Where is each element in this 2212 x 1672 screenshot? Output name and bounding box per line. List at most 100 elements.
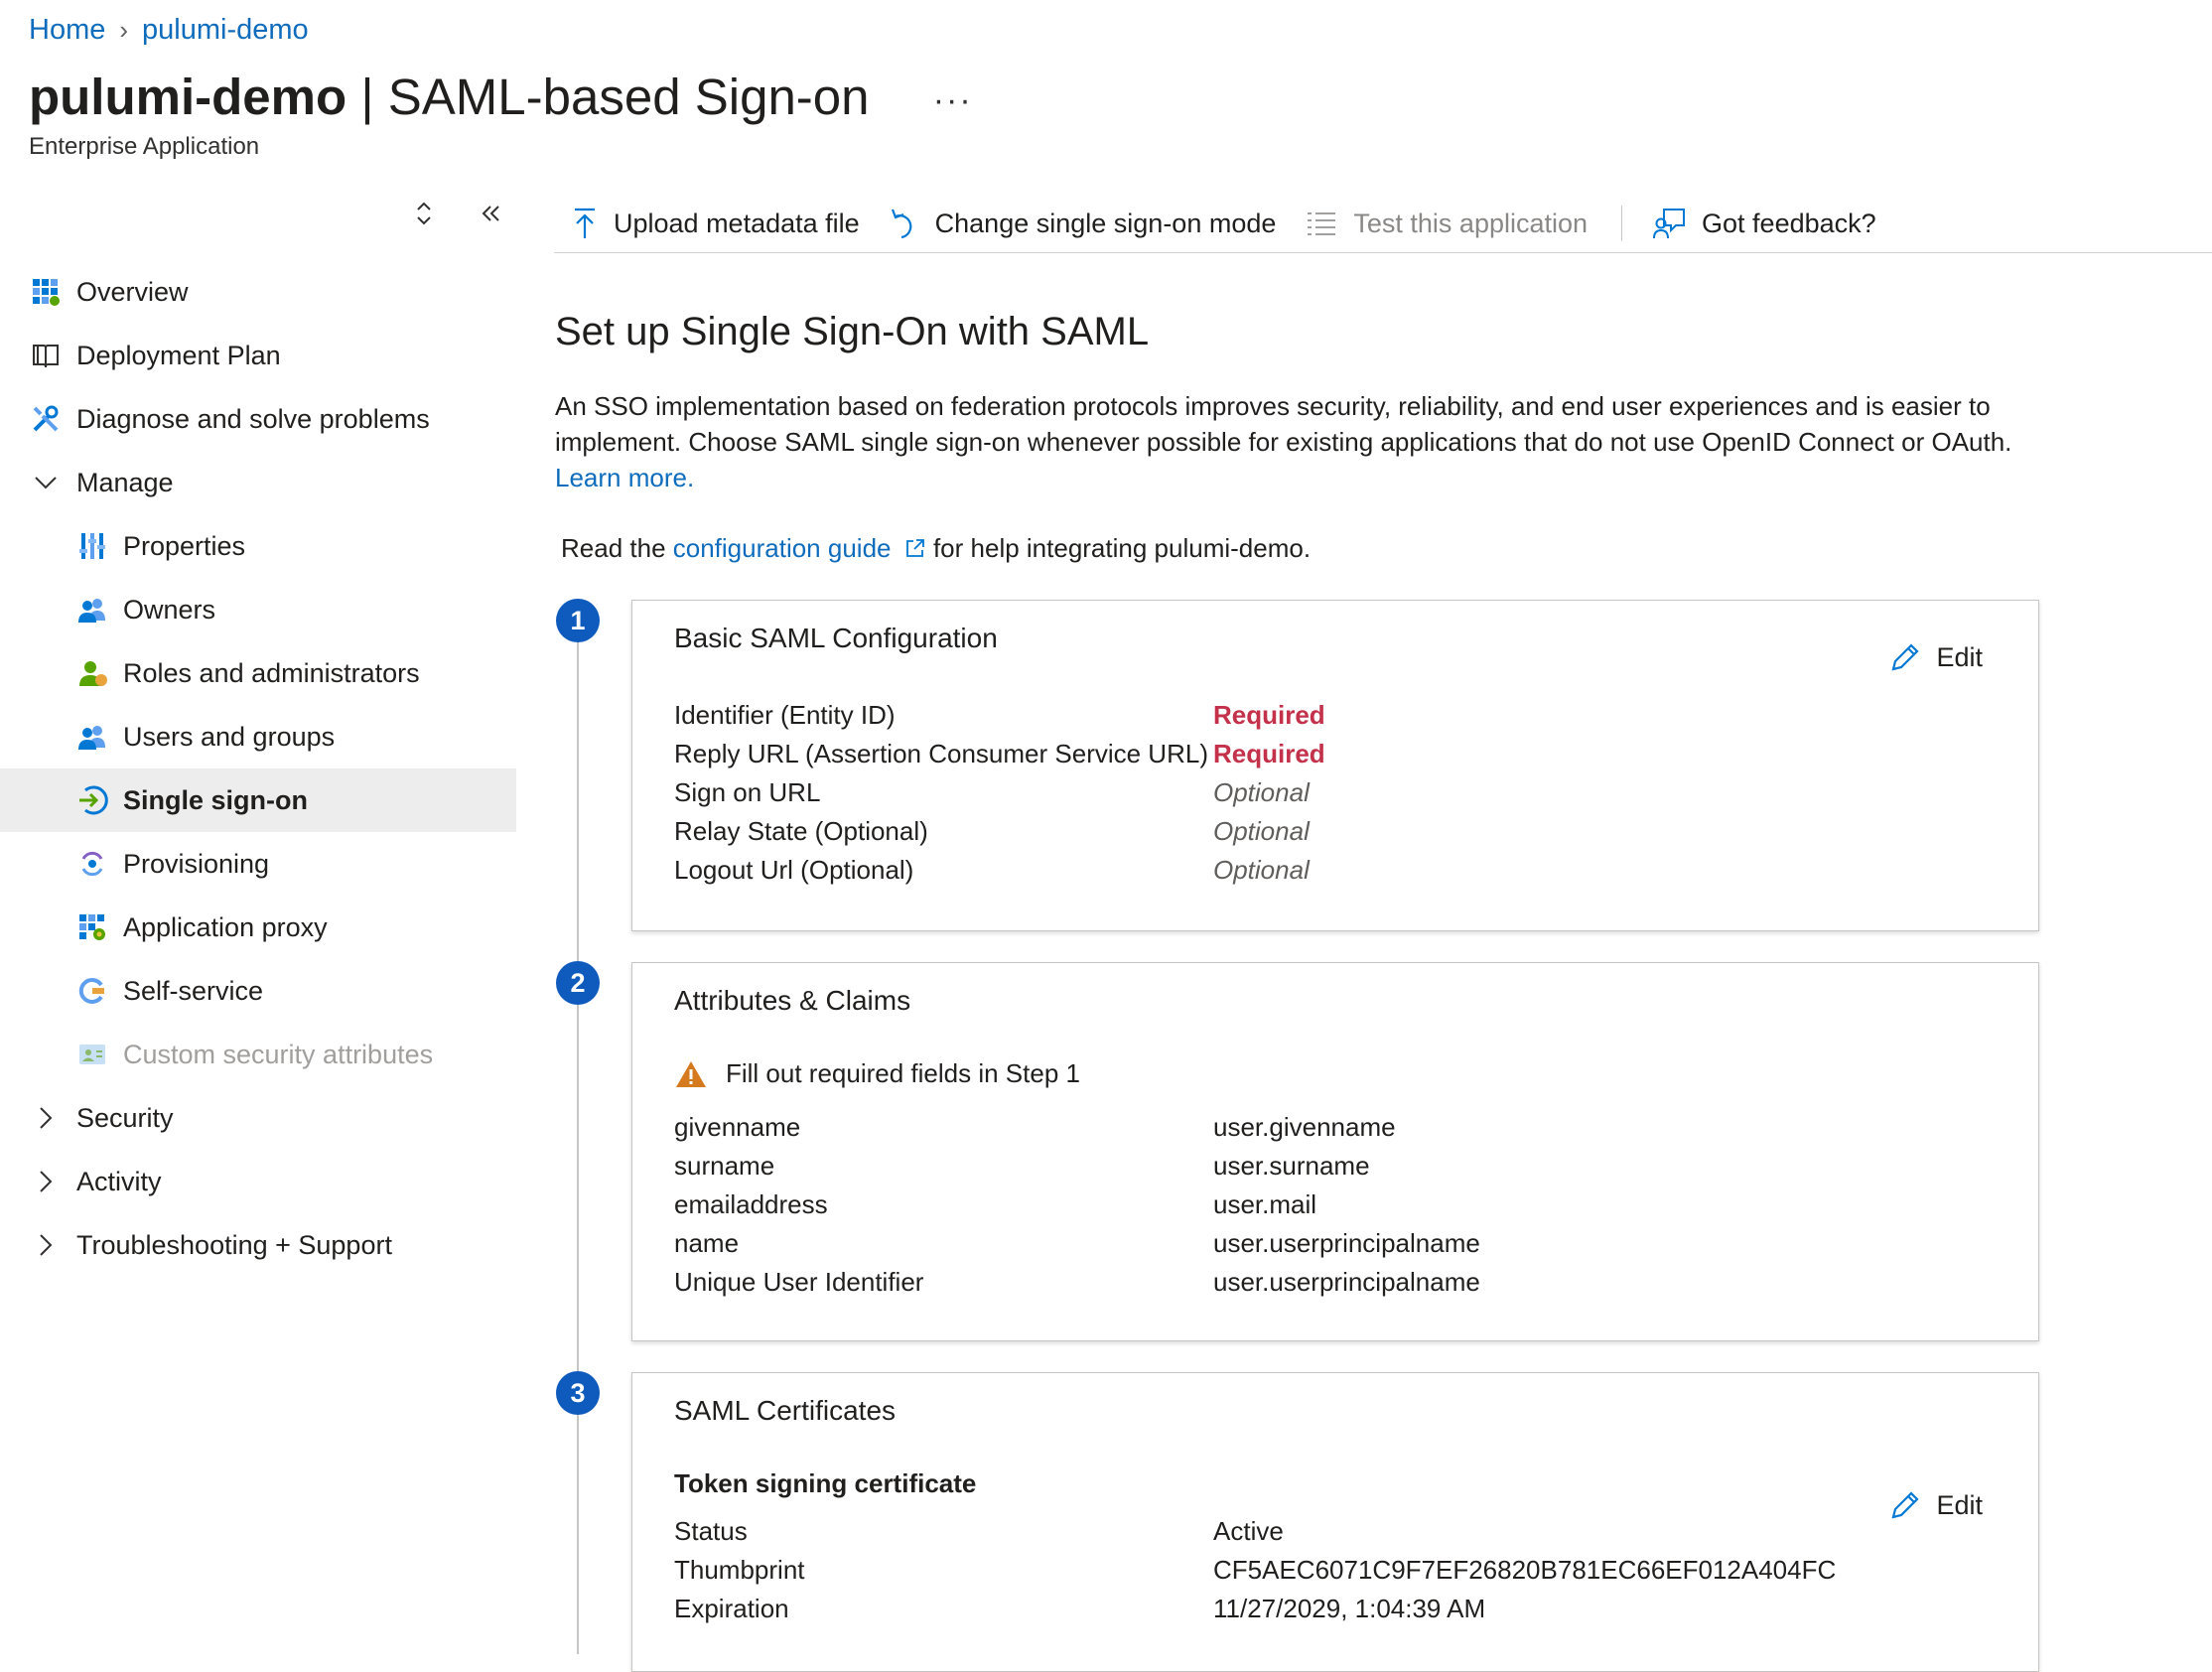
learn-more-link[interactable]: Learn more. [555,463,694,492]
sidebar-item-label: Diagnose and solve problems [76,403,430,434]
claim-name: emailaddress [674,1189,828,1219]
sidebar-item-deployment-plan[interactable]: Deployment Plan [0,324,516,387]
config-value-optional: Optional [1213,816,1310,846]
sidebar-group-activity[interactable]: Activity [0,1150,516,1213]
certificate-value: 11/27/2029, 1:04:39 AM [1213,1594,1486,1623]
roles-icon [75,656,109,690]
breadcrumb-home-link[interactable]: Home [29,14,105,47]
toolbar-divider [1621,206,1623,241]
external-link-icon[interactable] [904,535,926,566]
custom-attributes-icon [75,1038,109,1071]
sso-description: An SSO implementation based on federatio… [555,388,2084,495]
edit-certificate-button[interactable]: Edit [1888,1488,1983,1522]
sidebar-group-manage[interactable]: Manage [0,451,516,514]
section-heading: Set up Single Sign-On with SAML [555,310,1150,353]
claims-rows: givenname user.givenname surname user.su… [674,1108,1480,1302]
change-sso-mode-button[interactable]: Change single sign-on mode [890,207,1277,240]
sidebar-item-users-groups[interactable]: Users and groups [0,705,516,768]
config-row-identifier: Identifier (Entity ID) Required [674,696,1325,735]
sidebar-item-label: Roles and administrators [123,657,420,688]
breadcrumb-app-link[interactable]: pulumi-demo [142,14,309,47]
page-title-rest: | SAML-based Sign-on [360,69,870,125]
sidebar-item-diagnose[interactable]: Diagnose and solve problems [0,387,516,451]
sidebar-item-label: Custom security attributes [123,1039,434,1069]
configuration-guide-line: Read the configuration guide for help in… [555,533,2104,566]
config-row-relay-state: Relay State (Optional) Optional [674,812,1325,851]
config-row-reply-url: Reply URL (Assertion Consumer Service UR… [674,735,1325,773]
guide-prefix: Read the [561,533,666,563]
sidebar-group-security[interactable]: Security [0,1086,516,1150]
chevron-right-icon: › [119,15,129,45]
sidebar-item-label: Self-service [123,975,264,1006]
certificate-row-thumbprint: Thumbprint CF5AEC6071C9F7EF26820B781EC66… [674,1551,1836,1590]
claim-value: user.userprincipalname [1213,1267,1480,1297]
sidebar-item-label: Deployment Plan [76,340,281,370]
page-title: pulumi-demo | SAML-based Sign-on ··· [29,68,973,126]
warning-message: Fill out required fields in Step 1 [674,1058,1080,1089]
edit-label: Edit [1936,1489,1983,1520]
sidebar-item-provisioning[interactable]: Provisioning [0,832,516,896]
sidebar-item-single-sign-on[interactable]: Single sign-on [0,768,516,832]
claim-value: user.mail [1213,1189,1317,1219]
sidebar-item-application-proxy[interactable]: Application proxy [0,896,516,959]
sidebar-item-label: Users and groups [123,721,336,752]
claim-name: Unique User Identifier [674,1267,924,1297]
configuration-guide-link[interactable]: configuration guide [673,533,892,563]
command-bar: Upload metadata file Change single sign-… [554,195,2212,253]
claim-row: Unique User Identifier user.userprincipa… [674,1263,1480,1302]
claim-value: user.givenname [1213,1112,1396,1142]
claim-value: user.userprincipalname [1213,1228,1480,1258]
sidebar-item-properties[interactable]: Properties [0,514,516,578]
upload-metadata-label: Upload metadata file [614,208,860,238]
claim-value: user.surname [1213,1151,1370,1181]
step-number-badge: 2 [556,961,600,1005]
owners-icon [75,593,109,627]
sidebar-item-overview[interactable]: Overview [0,260,516,324]
claim-row: emailaddress user.mail [674,1185,1480,1224]
certificate-key: Thumbprint [674,1555,805,1585]
main-content: Set up Single Sign-On with SAML An SSO i… [555,298,2104,566]
claim-row: surname user.surname [674,1147,1480,1185]
certificate-key: Expiration [674,1594,789,1623]
sidebar-item-roles[interactable]: Roles and administrators [0,641,516,705]
sidebar-group-troubleshooting[interactable]: Troubleshooting + Support [0,1213,516,1277]
certificate-row-expiration: Expiration 11/27/2029, 1:04:39 AM [674,1590,1836,1628]
sidebar-item-self-service[interactable]: Self-service [0,959,516,1023]
feedback-button[interactable]: Got feedback? [1652,207,1876,240]
edit-basic-saml-button[interactable]: Edit [1888,640,1983,674]
expand-collapse-icon[interactable] [413,199,435,235]
description-text: An SSO implementation based on federatio… [555,391,2012,457]
config-key: Sign on URL [674,777,821,807]
chevron-right-icon [29,1169,63,1194]
config-key: Relay State (Optional) [674,816,928,846]
test-application-button: Test this application [1306,209,1588,239]
claim-row: givenname user.givenname [674,1108,1480,1147]
sso-icon [75,783,109,817]
test-application-label: Test this application [1353,208,1589,238]
guide-suffix: for help integrating pulumi-demo. [932,533,1312,563]
sidebar-item-label: Owners [123,594,216,625]
page-subtitle: Enterprise Application [29,133,260,160]
properties-icon [75,529,109,563]
sidebar-item-owners[interactable]: Owners [0,578,516,641]
sidebar-item-label: Manage [76,467,174,497]
sidebar-item-label: Application proxy [123,911,328,942]
claim-name: givenname [674,1112,801,1142]
step-number-badge: 3 [556,1371,600,1415]
collapse-sidebar-icon[interactable] [479,199,504,235]
config-value-optional: Optional [1213,855,1310,885]
certificate-value: Active [1213,1516,1284,1546]
sidebar-item-label: Overview [76,276,189,307]
change-sso-mode-label: Change single sign-on mode [934,208,1277,238]
book-icon [29,339,63,372]
pencil-icon [1888,1488,1922,1522]
upload-icon [572,207,598,240]
sidebar-nav: Overview Deployment Plan Diagnose and so… [0,260,516,1277]
chevron-down-icon [29,470,63,495]
sidebar-item-label: Security [76,1102,174,1133]
pencil-icon [1888,640,1922,674]
upload-metadata-button[interactable]: Upload metadata file [572,207,860,240]
certificate-rows: Status Active Thumbprint CF5AEC6071C9F7E… [674,1512,1836,1628]
feedback-label: Got feedback? [1702,208,1876,238]
more-options-button[interactable]: ··· [933,81,973,119]
